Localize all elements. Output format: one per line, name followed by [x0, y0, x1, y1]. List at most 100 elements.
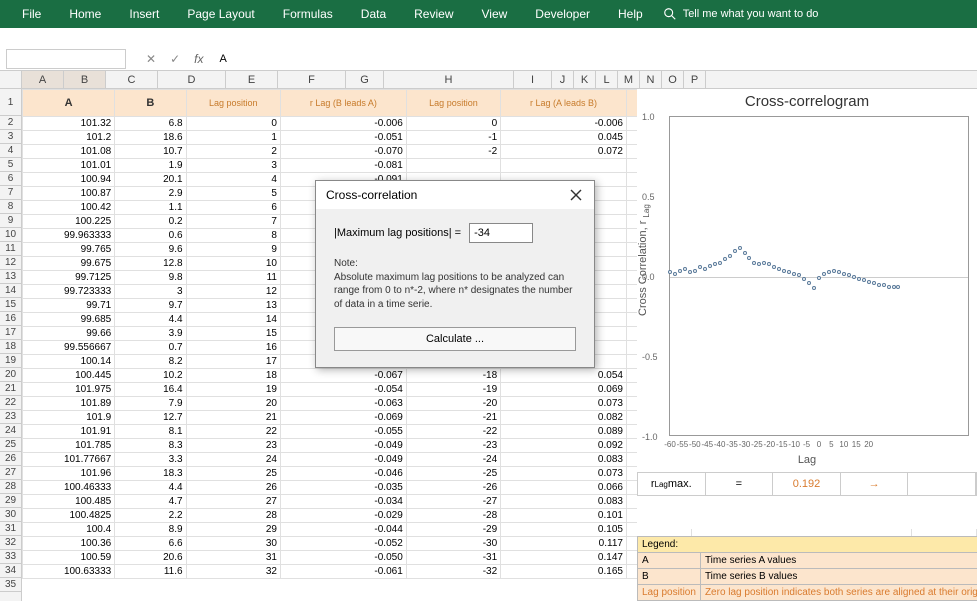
cell[interactable]: 0.089	[501, 425, 627, 439]
cell[interactable]: 4.4	[115, 313, 186, 327]
cell[interactable]: 1.1	[115, 201, 186, 215]
cell[interactable]: Lag position	[406, 90, 500, 117]
cell[interactable]: 24	[186, 453, 280, 467]
cell[interactable]: 25	[186, 467, 280, 481]
cell[interactable]: 101.89	[23, 397, 115, 411]
cell[interactable]: -0.044	[280, 523, 406, 537]
cell[interactable]: -24	[406, 453, 500, 467]
cell[interactable]: B	[115, 90, 186, 117]
row-header[interactable]: 1	[0, 89, 21, 116]
cell[interactable]: 99.723333	[23, 285, 115, 299]
ribbon-tab-insert[interactable]: Insert	[115, 0, 173, 28]
cell[interactable]: 100.445	[23, 369, 115, 383]
cell[interactable]: -2	[406, 145, 500, 159]
cell[interactable]: -0.055	[280, 425, 406, 439]
cell[interactable]: 100.59	[23, 551, 115, 565]
cell[interactable]: 16	[186, 341, 280, 355]
row-header[interactable]: 27	[0, 466, 21, 480]
cell[interactable]: 0.073	[501, 467, 627, 481]
row-header[interactable]: 8	[0, 200, 21, 214]
cell[interactable]: 101.77667	[23, 453, 115, 467]
cell[interactable]: 12.7	[115, 411, 186, 425]
row-header[interactable]: 2	[0, 116, 21, 130]
cell[interactable]: -25	[406, 467, 500, 481]
row-header[interactable]: 20	[0, 368, 21, 382]
row-header[interactable]: 9	[0, 214, 21, 228]
cell[interactable]: 100.42	[23, 201, 115, 215]
cell[interactable]: -29	[406, 523, 500, 537]
cell[interactable]: 100.87	[23, 187, 115, 201]
cell[interactable]: 101.2	[23, 131, 115, 145]
cell[interactable]: 7	[186, 215, 280, 229]
row-header[interactable]: 7	[0, 186, 21, 200]
cell[interactable]: 30	[186, 537, 280, 551]
cell[interactable]: -32	[406, 565, 500, 579]
cell[interactable]: 18	[186, 369, 280, 383]
row-header[interactable]: 17	[0, 326, 21, 340]
row-header[interactable]: 4	[0, 144, 21, 158]
cell[interactable]: 101.32	[23, 117, 115, 131]
col-header[interactable]: M	[618, 71, 640, 88]
cell[interactable]: 15	[186, 327, 280, 341]
row-header[interactable]: 3	[0, 130, 21, 144]
max-lag-input[interactable]	[469, 223, 533, 243]
cell[interactable]: 9	[186, 243, 280, 257]
row-header[interactable]: 10	[0, 228, 21, 242]
row-header[interactable]: 25	[0, 438, 21, 452]
cell[interactable]: 0.2	[115, 215, 186, 229]
cell[interactable]: -0.054	[280, 383, 406, 397]
cell[interactable]: 10.2	[115, 369, 186, 383]
cell[interactable]: 16.4	[115, 383, 186, 397]
stat-arrow[interactable]: →	[841, 473, 909, 495]
cell[interactable]: 100.63333	[23, 565, 115, 579]
row-header[interactable]: 11	[0, 242, 21, 256]
cell[interactable]: 32	[186, 565, 280, 579]
cell[interactable]: -30	[406, 537, 500, 551]
cell[interactable]: -26	[406, 481, 500, 495]
cell[interactable]: -0.081	[280, 159, 406, 173]
cell[interactable]: 6.6	[115, 537, 186, 551]
cell[interactable]: 101.01	[23, 159, 115, 173]
ribbon-tab-developer[interactable]: Developer	[521, 0, 604, 28]
cell[interactable]: -1	[406, 131, 500, 145]
cell[interactable]: 26	[186, 481, 280, 495]
ribbon-tab-review[interactable]: Review	[400, 0, 467, 28]
row-header[interactable]: 33	[0, 550, 21, 564]
cell[interactable]: 0.105	[501, 523, 627, 537]
col-header[interactable]: P	[684, 71, 706, 88]
row-header[interactable]: 30	[0, 508, 21, 522]
cell[interactable]: 99.675	[23, 257, 115, 271]
col-header[interactable]: N	[640, 71, 662, 88]
cell[interactable]: r Lag (B leads A)	[280, 90, 406, 117]
cell[interactable]: 101.91	[23, 425, 115, 439]
cell[interactable]: 10	[186, 257, 280, 271]
cell[interactable]: 20.6	[115, 551, 186, 565]
cell[interactable]: 10.7	[115, 145, 186, 159]
cell[interactable]: 0.165	[501, 565, 627, 579]
cell[interactable]: -0.067	[280, 369, 406, 383]
formula-content[interactable]: A	[213, 53, 232, 65]
ribbon-tab-home[interactable]: Home	[55, 0, 115, 28]
cell[interactable]: -0.029	[280, 509, 406, 523]
cell[interactable]: 1	[186, 131, 280, 145]
col-header[interactable]: E	[226, 71, 278, 88]
cell[interactable]: 99.685	[23, 313, 115, 327]
ribbon-tab-data[interactable]: Data	[347, 0, 400, 28]
accept-icon[interactable]: ✓	[170, 52, 180, 66]
col-header[interactable]: I	[514, 71, 552, 88]
cell[interactable]: 99.66	[23, 327, 115, 341]
cell[interactable]: 5	[186, 187, 280, 201]
row-header[interactable]: 5	[0, 158, 21, 172]
cell[interactable]: 20.1	[115, 173, 186, 187]
ribbon-tab-formulas[interactable]: Formulas	[269, 0, 347, 28]
cell[interactable]: 101.9	[23, 411, 115, 425]
cell[interactable]: 101.96	[23, 467, 115, 481]
row-header[interactable]: 34	[0, 564, 21, 578]
col-header[interactable]: K	[574, 71, 596, 88]
cell[interactable]: -0.034	[280, 495, 406, 509]
row-header[interactable]: 31	[0, 522, 21, 536]
cell[interactable]: 100.225	[23, 215, 115, 229]
cell[interactable]: -22	[406, 425, 500, 439]
cell[interactable]: 21	[186, 411, 280, 425]
ribbon-tab-help[interactable]: Help	[604, 0, 657, 28]
